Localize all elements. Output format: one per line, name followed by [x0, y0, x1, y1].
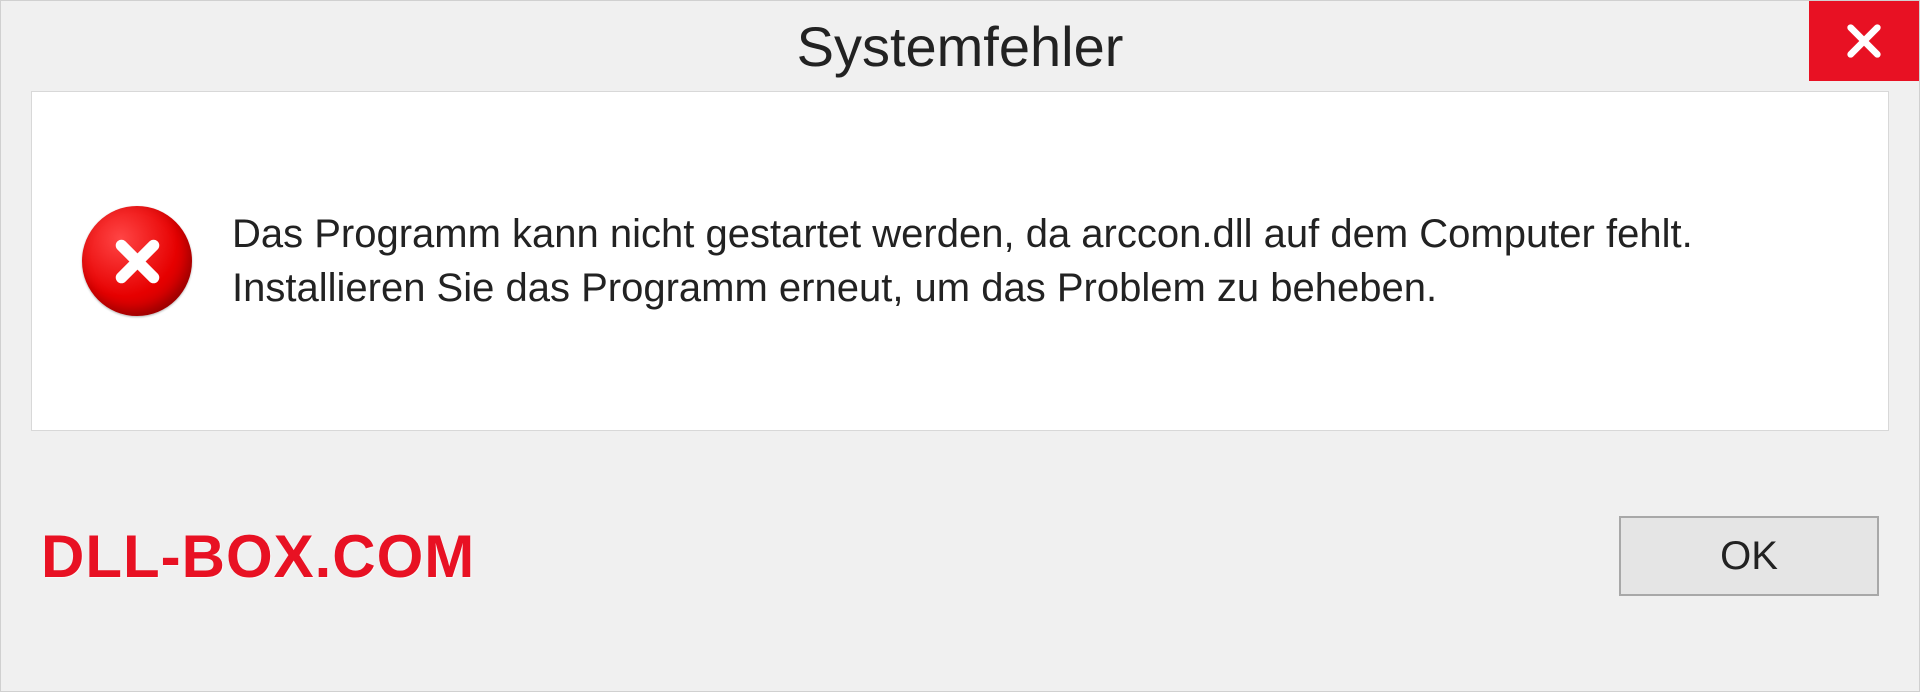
close-button[interactable] [1809, 1, 1919, 81]
title-bar: Systemfehler [1, 1, 1919, 91]
footer-bar: DLL-BOX.COM OK [1, 451, 1919, 691]
error-icon [82, 206, 192, 316]
ok-button[interactable]: OK [1619, 516, 1879, 596]
error-message: Das Programm kann nicht gestartet werden… [232, 207, 1838, 315]
watermark-text: DLL-BOX.COM [41, 522, 475, 591]
content-area: Das Programm kann nicht gestartet werden… [31, 91, 1889, 431]
close-icon [1844, 21, 1884, 61]
error-dialog: Systemfehler Das Programm kann nicht ges… [0, 0, 1920, 692]
error-cross-icon [110, 234, 165, 289]
dialog-title: Systemfehler [797, 14, 1124, 79]
